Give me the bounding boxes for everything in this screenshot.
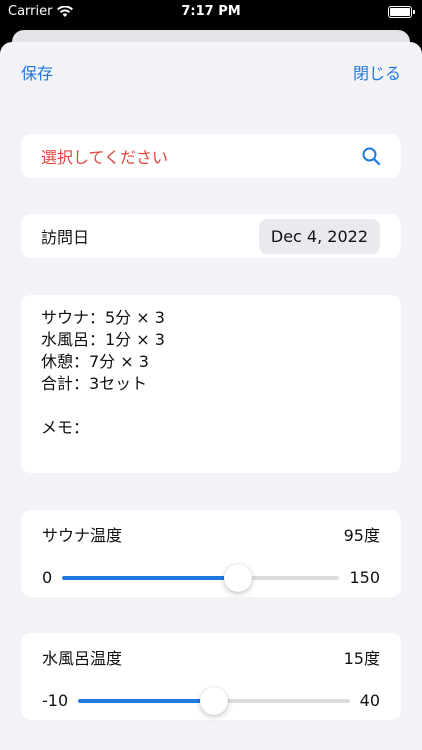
sauna-temp-min: 0 [42,568,53,587]
sauna-temp-value: 95度 [343,526,380,545]
sauna-temp-card: サウナ温度 95度 0 150 [21,510,401,597]
water-temp-slider[interactable] [78,686,350,715]
visit-date-row: 訪問日 Dec 4, 2022 [21,214,401,258]
modal-sheet: 保存 閉じる 選択してください 訪問日 Dec 4, 2022 サウナ：5分 ×… [0,42,422,750]
sauna-temp-slider-thumb[interactable] [223,563,252,592]
water-temp-value: 15度 [343,649,380,668]
close-button[interactable]: 閉じる [353,60,401,84]
save-button[interactable]: 保存 [21,60,53,84]
visit-date-label: 訪問日 [41,228,90,247]
sauna-temp-slider-fill [62,575,238,580]
battery-icon [388,6,415,18]
select-placeholder: 選択してください [41,148,169,167]
water-temp-min: -10 [42,691,69,710]
water-temp-slider-thumb[interactable] [199,686,228,715]
visit-date-picker[interactable]: Dec 4, 2022 [258,218,380,254]
water-temp-max: 40 [359,691,380,710]
water-temp-card: 水風呂温度 15度 -10 40 [21,633,401,720]
memo-card[interactable]: サウナ：5分 × 3 水風呂：1分 × 3 休憩：7分 × 3 合計：3セット … [21,295,401,473]
sauna-temp-slider[interactable] [62,563,340,592]
sauna-temp-max: 150 [349,568,380,587]
facility-select-field[interactable]: 選択してください [21,134,401,178]
sauna-temp-label: サウナ温度 [42,526,123,545]
memo-textarea[interactable]: サウナ：5分 × 3 水風呂：1分 × 3 休憩：7分 × 3 合計：3セット … [41,307,381,461]
status-time: 7:17 PM [181,4,241,19]
water-temp-label: 水風呂温度 [42,649,123,668]
water-temp-slider-fill [78,698,214,703]
status-bar: Carrier 7:17 PM [0,0,422,26]
search-icon[interactable] [361,146,381,166]
